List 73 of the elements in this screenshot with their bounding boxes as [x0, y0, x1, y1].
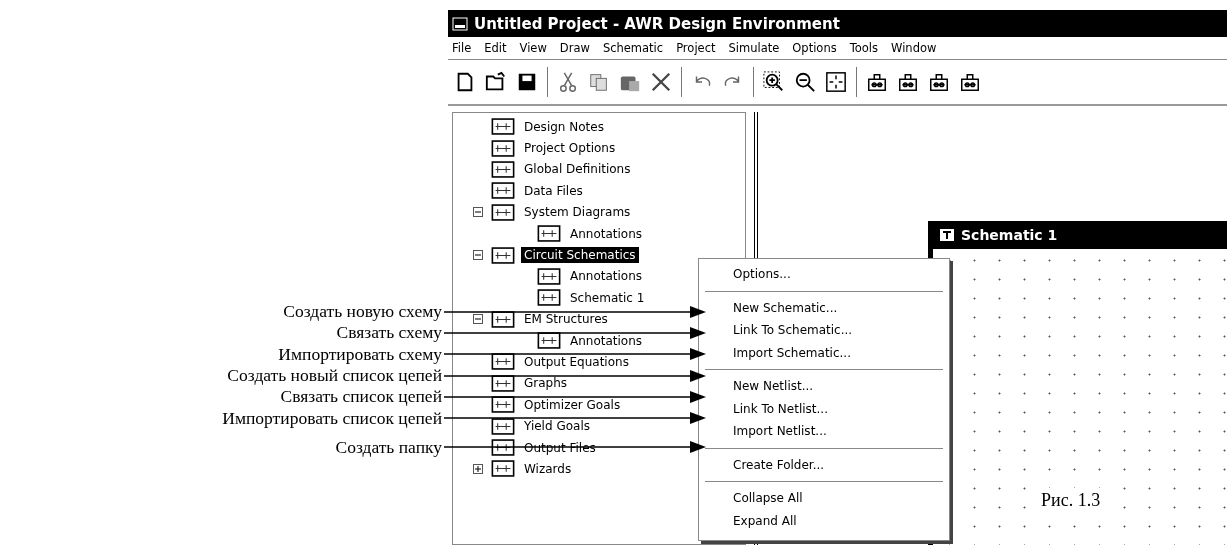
menu-item[interactable]: Create Folder...	[715, 453, 949, 476]
menu-item[interactable]: Link To Schematic...	[715, 319, 949, 342]
menu-item[interactable]: Project	[676, 41, 716, 55]
copy-icon[interactable]	[588, 71, 610, 93]
component-icon[interactable]	[959, 71, 981, 93]
tree-item[interactable]: Optimizer Goals	[521, 396, 624, 413]
tree-item[interactable]: Wizards	[521, 460, 575, 477]
menu-item[interactable]: Schematic	[602, 41, 664, 55]
tree-item[interactable]: Global Definitions	[521, 161, 634, 178]
module-icon	[491, 160, 515, 178]
tree-item[interactable]: System Diagrams	[521, 204, 634, 221]
app-icon	[452, 16, 468, 31]
component-icon[interactable]	[866, 71, 888, 93]
scissors-icon[interactable]	[557, 71, 579, 93]
tree-item[interactable]: Project Options	[521, 140, 619, 157]
menu-item[interactable]: Options...	[715, 263, 949, 286]
expand-icon[interactable]	[473, 463, 483, 474]
menu-item[interactable]: Options	[792, 41, 837, 55]
module-icon	[537, 225, 561, 243]
menu-item[interactable]: Edit	[484, 41, 507, 55]
component-icon[interactable]	[897, 71, 919, 93]
callout-label: Импортировать список цепей	[221, 407, 442, 429]
collapse-icon[interactable]	[473, 314, 483, 325]
component-icon[interactable]	[928, 71, 950, 93]
menu-item[interactable]: Tools	[849, 41, 879, 55]
tree-item[interactable]: Data Files	[521, 182, 586, 199]
callout-label: Связать список цепей	[279, 386, 442, 408]
callout-label: Импортировать схему	[277, 343, 442, 365]
menu-item[interactable]: Window	[891, 41, 937, 55]
tree-item[interactable]: Annotations	[567, 268, 646, 285]
menu-item[interactable]: Import Schematic...	[715, 341, 949, 364]
tree-item[interactable]: Yield Goals	[521, 418, 593, 435]
window-title: Untitled Project - AWR Design Environment	[474, 14, 840, 33]
window-title: Schematic 1	[961, 227, 1058, 243]
module-icon	[491, 203, 515, 221]
callout-label: Создать папку	[334, 436, 442, 458]
menu-item[interactable]: Expand All	[715, 509, 949, 532]
save-icon[interactable]	[516, 71, 538, 93]
menu-item[interactable]: Import Netlist...	[715, 420, 949, 443]
callout-label: Создать новый список цепей	[226, 365, 442, 387]
zoom-fit-icon[interactable]	[825, 71, 847, 93]
delete-icon[interactable]	[650, 71, 672, 93]
schematic-icon	[939, 228, 955, 242]
callout-label: Создать новую схему	[282, 301, 442, 323]
menu-item[interactable]: Link To Netlist...	[715, 397, 949, 420]
tree-item[interactable]: Design Notes	[521, 118, 607, 135]
module-icon	[491, 139, 515, 157]
tree-item[interactable]: Circuit Schematics	[521, 247, 639, 264]
tree-item[interactable]: Output Equations	[521, 354, 632, 370]
open-folder-icon[interactable]	[485, 71, 507, 93]
menu-item[interactable]: New Netlist...	[715, 375, 949, 398]
tree-item[interactable]: EM Structures	[521, 311, 611, 328]
menu-item[interactable]: File	[452, 41, 472, 55]
tree-item[interactable]: Graphs	[521, 375, 571, 392]
collapse-icon[interactable]	[473, 250, 483, 261]
tree-item[interactable]: Annotations	[567, 225, 646, 242]
menu-item[interactable]: New Schematic...	[715, 296, 949, 319]
module-icon	[491, 182, 515, 200]
collapse-icon[interactable]	[473, 207, 483, 218]
tree-item[interactable]: Annotations	[567, 332, 646, 349]
menu-item[interactable]: Simulate	[728, 41, 780, 55]
module-icon	[537, 289, 561, 307]
zoom-out-icon[interactable]	[794, 71, 816, 93]
module-icon	[491, 118, 515, 136]
module-icon	[537, 267, 561, 285]
tree-item[interactable]: Schematic 1	[567, 289, 648, 306]
menu-item[interactable]: Draw	[559, 41, 590, 55]
module-icon	[491, 460, 515, 478]
zoom-in-icon[interactable]	[763, 71, 785, 93]
menu-item[interactable]: View	[519, 41, 547, 55]
menu-item[interactable]: Collapse All	[715, 487, 949, 510]
module-icon	[491, 246, 515, 264]
callout-label: Связать схему	[335, 322, 442, 344]
